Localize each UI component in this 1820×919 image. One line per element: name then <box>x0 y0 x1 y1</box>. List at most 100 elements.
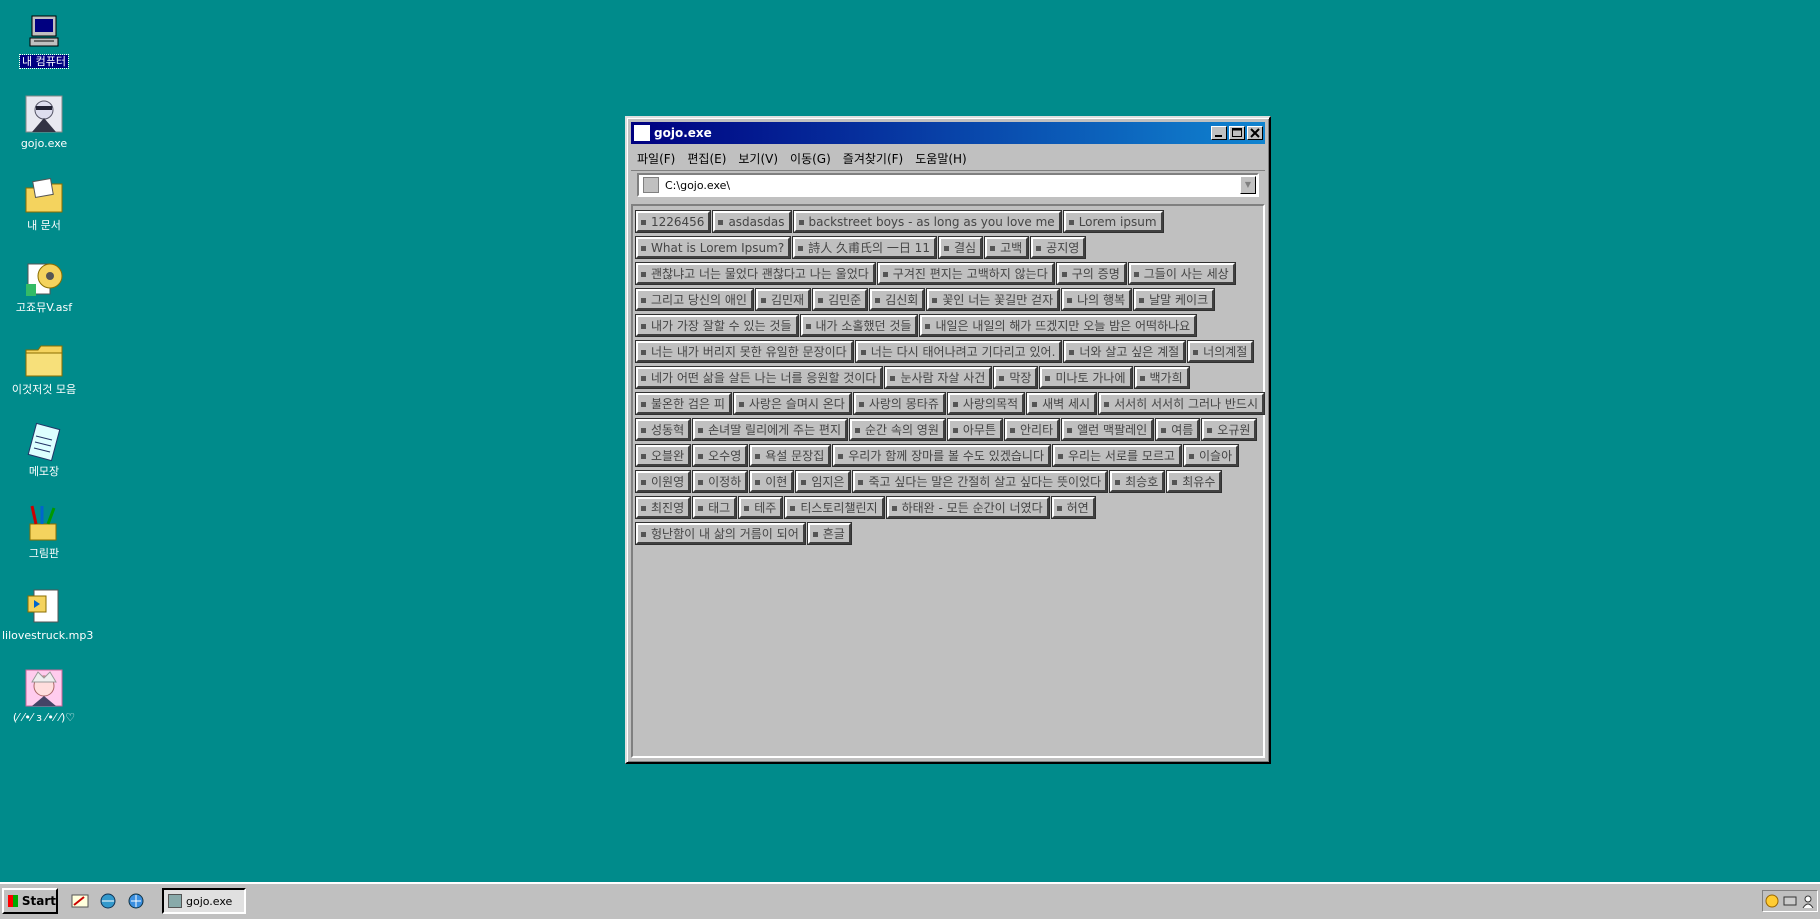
tag-button[interactable]: 미나토 가나에 <box>1039 366 1133 389</box>
tag-button[interactable]: 흔글 <box>806 522 852 545</box>
tag-button[interactable]: 너의계절 <box>1187 340 1255 363</box>
chevron-down-icon[interactable]: ▼ <box>1240 176 1256 194</box>
tag-button[interactable]: 성동혁 <box>634 418 692 441</box>
tag-button[interactable]: 너는 내가 버리지 못한 유일한 문장이다 <box>635 340 854 363</box>
desktop-icon-my-computer[interactable]: 내 컴퓨터 <box>0 8 88 84</box>
taskbar: Start gojo.exe <box>0 882 1820 919</box>
tag-button[interactable]: 불온한 검은 피 <box>635 392 732 415</box>
tag-button[interactable]: 너와 살고 싶은 계절 <box>1063 340 1187 363</box>
tag-button[interactable]: 이슬아 <box>1182 444 1240 467</box>
tag-button[interactable]: 안리타 <box>1004 418 1061 441</box>
tag-button[interactable]: 결심 <box>937 236 984 259</box>
maximize-button[interactable] <box>1229 126 1245 140</box>
tag-button[interactable]: 오규원 <box>1201 418 1258 441</box>
tag-button[interactable]: 허연 <box>1050 496 1096 519</box>
tag-button[interactable]: 최유수 <box>1166 470 1223 493</box>
minimize-button[interactable] <box>1211 126 1227 140</box>
menu-view[interactable]: 보기(V) <box>738 150 778 167</box>
desktop-icon-gojo-exe[interactable]: gojo.exe <box>0 90 88 166</box>
tag-button[interactable]: 눈사람 자살 사건 <box>884 366 993 389</box>
tag-button[interactable]: 사랑의목적 <box>946 392 1026 415</box>
window-titlebar[interactable]: gojo.exe <box>631 122 1265 144</box>
tag-button[interactable]: 내가 소홀했던 것들 <box>799 314 919 337</box>
menu-go[interactable]: 이동(G) <box>790 150 831 167</box>
tag-button[interactable]: 임지은 <box>795 470 852 493</box>
browser-quicklaunch-icon[interactable] <box>98 892 118 910</box>
tag-button[interactable]: 태그 <box>692 496 738 519</box>
tag-button[interactable]: 이정하 <box>692 470 749 493</box>
tag-button[interactable]: 서서히 서서히 그러나 반드시 <box>1098 392 1266 415</box>
tag-button[interactable]: 티스토리챌린지 <box>784 496 885 519</box>
tag-button[interactable]: 오수영 <box>692 444 749 467</box>
tag-button[interactable]: 새벽 세시 <box>1026 392 1098 415</box>
tag-button[interactable]: 사랑은 슬며시 온다 <box>732 392 852 415</box>
tag-button[interactable]: 하태완 - 모든 순간이 너였다 <box>885 496 1050 519</box>
messenger-tray-icon[interactable] <box>1765 894 1779 908</box>
tag-button[interactable]: 괜찮냐고 너는 물었다 괜찮다고 나는 울었다 <box>635 262 876 285</box>
tag-button[interactable]: 여름 <box>1155 418 1201 441</box>
tag-button[interactable]: 이현 <box>749 470 795 493</box>
desktop-icon-video[interactable]: 고죠뮤V.asf <box>0 254 88 330</box>
tag-button[interactable]: 이원영 <box>634 470 692 493</box>
tag-button[interactable]: What is Lorem Ipsum? <box>634 236 792 259</box>
tag-button[interactable]: 김민준 <box>812 288 869 311</box>
tag-button[interactable]: 내가 가장 잘할 수 있는 것들 <box>635 314 799 337</box>
tag-button[interactable]: 오블완 <box>634 444 692 467</box>
tag-button[interactable]: 우리는 서로를 모르고 <box>1051 444 1182 467</box>
tag-button[interactable]: 죽고 싶다는 말은 간절히 살고 싶다는 뜻이었다 <box>852 470 1109 493</box>
tag-button[interactable]: 네가 어떤 삶을 살든 나는 너를 응원할 것이다 <box>634 366 884 389</box>
tag-button[interactable]: Lorem ipsum <box>1062 210 1164 233</box>
ie-quicklaunch-icon[interactable] <box>126 892 146 910</box>
tag-button[interactable]: 앨런 맥팔레인 <box>1061 418 1155 441</box>
tag-button[interactable]: 詩人 久甫氏의 一日 11 <box>792 236 937 259</box>
tag-button[interactable]: asdasdas <box>712 210 792 233</box>
taskbar-button-gojo-exe[interactable]: gojo.exe <box>162 888 246 914</box>
desktop-icon-my-documents[interactable]: 내 문서 <box>0 172 88 248</box>
address-field[interactable]: C:\gojo.exe\ ▼ <box>637 173 1259 197</box>
desktop-quicklaunch-icon[interactable] <box>70 892 90 910</box>
tag-button[interactable]: 김신회 <box>869 288 926 311</box>
tag-button[interactable]: 막장 <box>993 366 1039 389</box>
tag-button[interactable]: 나의 행복 <box>1061 288 1133 311</box>
tag-label: backstreet boys - as long as you love me <box>808 215 1055 229</box>
tag-button[interactable]: 꽃인 너는 꽃길만 걷자 <box>926 288 1061 311</box>
tag-button[interactable]: 구겨진 편지는 고백하지 않는다 <box>876 262 1055 285</box>
tag-button[interactable]: 날말 케이크 <box>1133 288 1216 311</box>
tag-button[interactable]: backstreet boys - as long as you love me <box>792 210 1062 233</box>
desktop-icon-paint[interactable]: 그림판 <box>0 500 88 576</box>
tag-button[interactable]: 너는 다시 태어나려고 기다리고 있어. <box>854 340 1063 363</box>
tag-button[interactable]: 헝난함이 내 삶의 거름이 되어 <box>635 522 806 545</box>
desktop-icon-folder[interactable]: 이것저것 모음 <box>0 336 88 412</box>
menu-file[interactable]: 파일(F) <box>637 150 675 167</box>
tag-button[interactable]: 그들이 사는 세상 <box>1127 262 1236 285</box>
tag-button[interactable]: 백가희 <box>1133 366 1190 389</box>
tag-button[interactable]: 내일은 내일의 해가 뜨겠지만 오늘 밤은 어떡하나요 <box>919 314 1198 337</box>
tag-button[interactable]: 구의 증명 <box>1055 262 1127 285</box>
menu-edit[interactable]: 편집(E) <box>687 150 726 167</box>
tag-button[interactable]: 아무튼 <box>946 418 1004 441</box>
desktop-icon-audio[interactable]: lilovestruck.mp3 <box>0 582 93 658</box>
tag-button[interactable]: 순간 속의 영원 <box>849 418 946 441</box>
tag-button[interactable]: 고백 <box>984 236 1030 259</box>
tag-button[interactable]: 욕설 문장집 <box>749 444 832 467</box>
network-tray-icon[interactable] <box>1783 894 1797 908</box>
tag-button[interactable]: 최승호 <box>1109 470 1166 493</box>
desktop-icon-notepad[interactable]: 메모장 <box>0 418 88 494</box>
tag-button[interactable]: 최진영 <box>634 496 692 519</box>
menu-favorites[interactable]: 즐겨찾기(F) <box>843 150 903 167</box>
desktop-icon-anime[interactable]: (⁄ ⁄•⁄ ɜ ⁄•⁄ ⁄)♡ <box>0 664 88 740</box>
tag-button[interactable]: 그리고 당신의 애인 <box>635 288 754 311</box>
tag-button[interactable]: 손녀딸 릴리에게 주는 편지 <box>692 418 849 441</box>
tag-button[interactable]: 김민재 <box>754 288 812 311</box>
tag-button[interactable]: 테주 <box>738 496 784 519</box>
user-tray-icon[interactable] <box>1801 894 1815 909</box>
tag-label: 詩人 久甫氏의 一日 11 <box>808 241 930 255</box>
menu-help[interactable]: 도움말(H) <box>915 150 967 167</box>
tag-button[interactable]: 공지영 <box>1030 236 1087 259</box>
tag-button[interactable]: 우리가 함께 장마를 볼 수도 있겠습니다 <box>832 444 1051 467</box>
start-button[interactable]: Start <box>2 888 58 914</box>
tag-button[interactable]: 1226456 <box>634 210 712 233</box>
close-button[interactable] <box>1247 126 1263 140</box>
address-bar: C:\gojo.exe\ ▼ <box>637 173 1259 199</box>
tag-button[interactable]: 사랑의 몽타쥬 <box>852 392 946 415</box>
